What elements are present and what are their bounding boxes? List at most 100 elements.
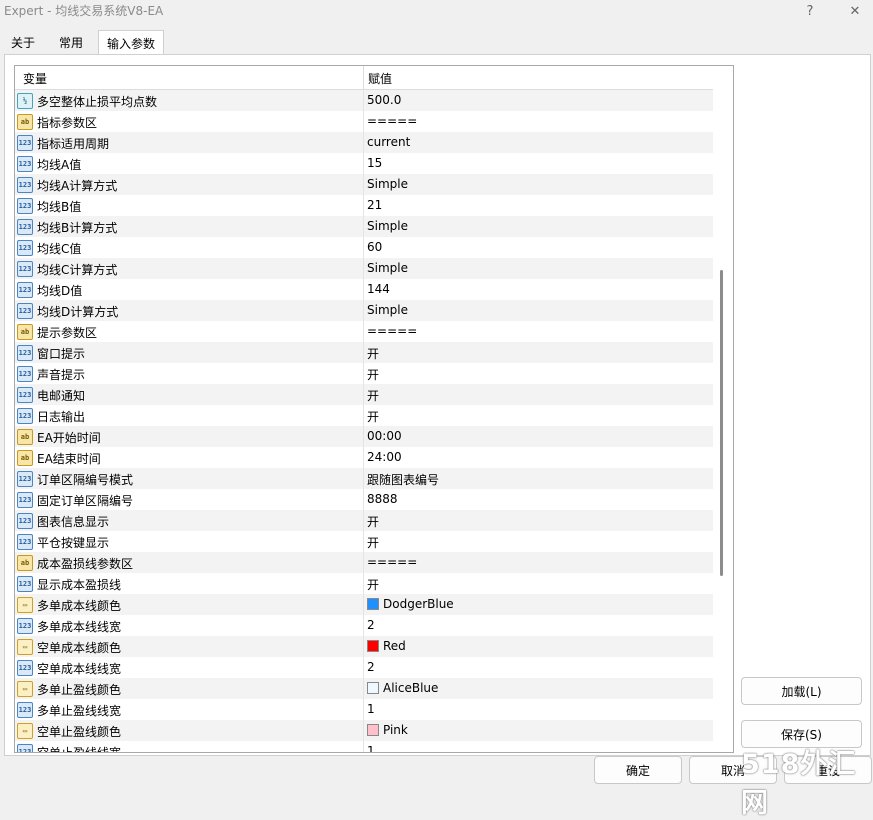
row-divider — [363, 300, 364, 321]
row-value-text: DodgerBlue — [383, 597, 454, 611]
integer-type-icon: 123 — [17, 366, 33, 382]
row-value-cell[interactable]: ===== — [367, 324, 417, 338]
column-divider[interactable] — [363, 66, 364, 89]
table-row[interactable]: 123 多单成本线线宽 2 — [15, 615, 713, 636]
tab-inputs[interactable]: 输入参数 — [98, 30, 165, 56]
table-row[interactable]: ab 指标参数区 ===== — [15, 111, 713, 132]
row-value-cell[interactable]: 24:00 — [367, 450, 402, 464]
row-value-cell[interactable]: Red — [367, 639, 406, 653]
table-row[interactable]: ▭ 多单成本线颜色 DodgerBlue — [15, 594, 713, 615]
table-row[interactable]: 123 窗口提示 开 — [15, 342, 713, 363]
tab-common[interactable]: 常用 — [50, 30, 92, 54]
column-header-value[interactable]: 赋值 — [368, 70, 392, 87]
row-value-text: Simple — [367, 219, 408, 233]
row-divider — [363, 741, 364, 752]
table-row[interactable]: 123 声音提示 开 — [15, 363, 713, 384]
row-value-cell[interactable]: 开 — [367, 576, 379, 593]
scrollbar-thumb[interactable] — [720, 270, 723, 576]
row-value-cell[interactable]: 开 — [367, 387, 379, 404]
row-value-cell[interactable]: 500.0 — [367, 93, 401, 107]
table-row[interactable]: 123 日志输出 开 — [15, 405, 713, 426]
table-row[interactable]: 123 固定订单区隔编号 8888 — [15, 489, 713, 510]
table-row[interactable]: 123 均线C值 60 — [15, 237, 713, 258]
row-value-cell[interactable]: 开 — [367, 534, 379, 551]
row-value-text: 开 — [367, 389, 380, 403]
row-value-cell[interactable]: Simple — [367, 219, 408, 233]
table-row[interactable]: 123 空单止盈线线宽 1 — [15, 741, 713, 752]
row-value-cell[interactable]: Simple — [367, 261, 408, 275]
table-row[interactable]: ab 成本盈损线参数区 ===== — [15, 552, 713, 573]
row-variable-name: 均线B计算方式 — [37, 221, 118, 235]
row-value-cell[interactable]: 开 — [367, 408, 379, 425]
row-value-cell[interactable]: 跟随图表编号 — [367, 471, 439, 488]
table-row[interactable]: ab EA开始时间 00:00 — [15, 426, 713, 447]
string-type-icon: ab — [17, 450, 33, 466]
integer-type-icon: 123 — [17, 198, 33, 214]
row-value-cell[interactable]: 2 — [367, 618, 375, 632]
table-row[interactable]: 123 空单成本线线宽 2 — [15, 657, 713, 678]
row-value-cell[interactable]: 60 — [367, 240, 382, 254]
table-row[interactable]: ▭ 空单止盈线颜色 Pink — [15, 720, 713, 741]
row-variable-name: 多单止盈线线宽 — [37, 704, 122, 718]
row-value-text: 8888 — [367, 492, 398, 506]
row-value-cell[interactable]: 8888 — [367, 492, 398, 506]
table-row[interactable]: 123 均线B值 21 — [15, 195, 713, 216]
table-row[interactable]: 123 平仓按键显示 开 — [15, 531, 713, 552]
row-value-cell[interactable]: 00:00 — [367, 429, 402, 443]
row-divider — [363, 258, 364, 279]
table-row[interactable]: 123 均线A值 15 — [15, 153, 713, 174]
row-value-cell[interactable]: ===== — [367, 555, 417, 569]
row-divider — [363, 405, 364, 426]
table-row[interactable]: ab 提示参数区 ===== — [15, 321, 713, 342]
row-value-cell[interactable]: 15 — [367, 156, 382, 170]
integer-type-icon: 123 — [17, 513, 33, 529]
close-icon[interactable]: ✕ — [838, 0, 872, 22]
table-row[interactable]: 123 电邮通知 开 — [15, 384, 713, 405]
row-value-text: AliceBlue — [383, 681, 439, 695]
row-value-cell[interactable]: 1 — [367, 744, 375, 752]
table-row[interactable]: ▭ 空单成本线颜色 Red — [15, 636, 713, 657]
table-row[interactable]: ▭ 多单止盈线颜色 AliceBlue — [15, 678, 713, 699]
row-divider — [363, 195, 364, 216]
row-value-cell[interactable]: 1 — [367, 702, 375, 716]
color-type-icon: ▭ — [17, 723, 33, 739]
table-row[interactable]: 123 均线D值 144 — [15, 279, 713, 300]
table-row[interactable]: 123 图表信息显示 开 — [15, 510, 713, 531]
ok-button[interactable]: 确定 — [594, 756, 682, 784]
table-row[interactable]: 123 订单区隔编号模式 跟随图表编号 — [15, 468, 713, 489]
row-divider — [363, 636, 364, 657]
row-value-cell[interactable]: Simple — [367, 177, 408, 191]
table-row[interactable]: ab EA结束时间 24:00 — [15, 447, 713, 468]
table-row[interactable]: 123 显示成本盈损线 开 — [15, 573, 713, 594]
row-value-cell[interactable]: 开 — [367, 345, 379, 362]
load-button[interactable]: 加载(L) — [741, 677, 862, 705]
table-row[interactable]: 123 均线A计算方式 Simple — [15, 174, 713, 195]
row-variable-name: 多单成本线颜色 — [37, 599, 122, 613]
row-value-cell[interactable]: DodgerBlue — [367, 597, 454, 611]
table-row[interactable]: 123 均线C计算方式 Simple — [15, 258, 713, 279]
table-row[interactable]: 123 均线D计算方式 Simple — [15, 300, 713, 321]
help-icon[interactable]: ? — [793, 0, 827, 22]
tab-about[interactable]: 关于 — [2, 30, 44, 54]
vertical-scrollbar[interactable] — [714, 66, 732, 752]
row-value-cell[interactable]: current — [367, 135, 410, 149]
row-variable-name: 空单止盈线颜色 — [37, 725, 122, 739]
row-value-cell[interactable]: ===== — [367, 114, 417, 128]
integer-type-icon: 123 — [17, 387, 33, 403]
row-value-cell[interactable]: Pink — [367, 723, 408, 737]
table-header: 变量 赋值 — [15, 66, 713, 90]
table-row[interactable]: ½ 多空整体止损平均点数 500.0 — [15, 90, 713, 111]
row-value-cell[interactable]: 2 — [367, 660, 375, 674]
table-row[interactable]: 123 指标适用周期 current — [15, 132, 713, 153]
table-row[interactable]: 123 多单止盈线线宽 1 — [15, 699, 713, 720]
row-value-cell[interactable]: 144 — [367, 282, 390, 296]
table-row[interactable]: 123 均线B计算方式 Simple — [15, 216, 713, 237]
row-value-cell[interactable]: 21 — [367, 198, 382, 212]
row-value-cell[interactable]: 开 — [367, 513, 379, 530]
row-value-cell[interactable]: 开 — [367, 366, 379, 383]
integer-type-icon: 123 — [17, 618, 33, 634]
row-value-cell[interactable]: AliceBlue — [367, 681, 438, 695]
column-header-variable[interactable]: 变量 — [23, 70, 47, 87]
row-divider — [363, 657, 364, 678]
row-value-cell[interactable]: Simple — [367, 303, 408, 317]
